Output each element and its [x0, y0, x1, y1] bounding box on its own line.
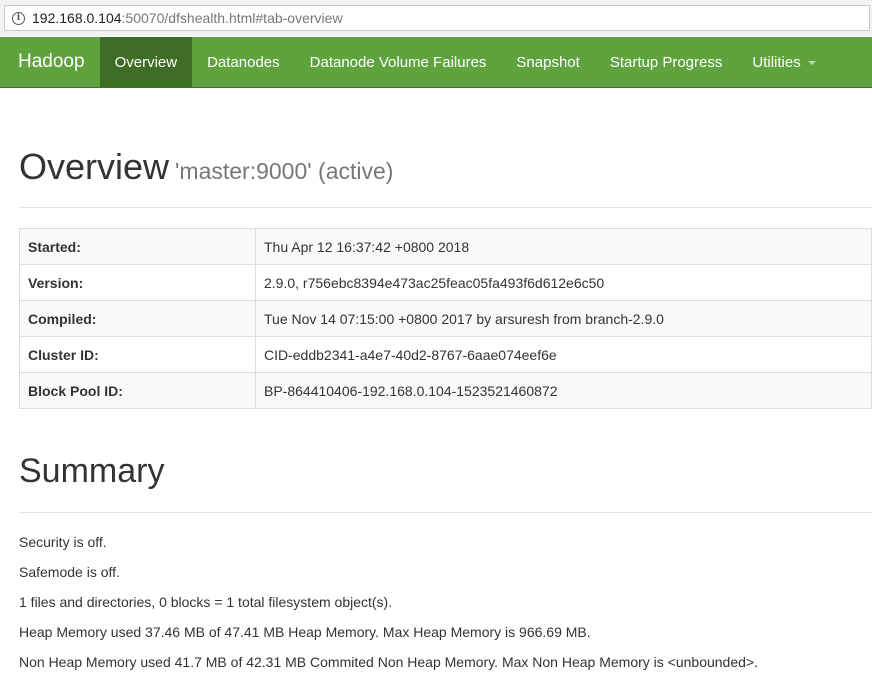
table-key: Version:: [19, 264, 256, 301]
summary-safemode-status: Safemode is off.: [19, 564, 120, 580]
nav-tab-datanodes[interactable]: Datanodes: [192, 37, 295, 87]
table-row: Version: 2.9.0, r756ebc8394e473ac25feac0…: [19, 264, 872, 301]
table-key: Block Pool ID:: [19, 372, 256, 409]
browser-address-bar: i 192.168.0.104:50070/dfshealth.html#tab…: [0, 0, 872, 36]
table-value: 2.9.0, r756ebc8394e473ac25feac05fa493f6d…: [255, 264, 872, 301]
url-input[interactable]: i 192.168.0.104:50070/dfshealth.html#tab…: [4, 5, 870, 31]
table-row: Started: Thu Apr 12 16:37:42 +0800 2018: [19, 228, 872, 265]
nav-tab-startup-progress[interactable]: Startup Progress: [595, 37, 738, 87]
summary-filesystem-objects: 1 files and directories, 0 blocks = 1 to…: [19, 594, 393, 610]
url-text: 192.168.0.104:50070/dfshealth.html#tab-o…: [32, 10, 343, 26]
page-subtitle: 'master:9000' (active): [175, 158, 394, 184]
summary-header: Summary: [19, 452, 872, 513]
table-key: Started:: [19, 228, 256, 265]
nav-tab-datanode-volume-failures[interactable]: Datanode Volume Failures: [295, 37, 502, 87]
table-value: CID-eddb2341-a4e7-40d2-8767-6aae074eef6e: [255, 336, 872, 373]
table-key: Cluster ID:: [19, 336, 256, 373]
table-value: Thu Apr 12 16:37:42 +0800 2018: [255, 228, 872, 265]
table-row: Cluster ID: CID-eddb2341-a4e7-40d2-8767-…: [19, 336, 872, 373]
table-value: Tue Nov 14 07:15:00 +0800 2017 by arsure…: [255, 300, 872, 337]
table-row: Compiled: Tue Nov 14 07:15:00 +0800 2017…: [19, 300, 872, 337]
brand-link[interactable]: Hadoop: [0, 37, 100, 87]
summary-title: Summary: [19, 452, 165, 490]
nav-dropdown-utilities[interactable]: Utilities: [737, 37, 830, 87]
table-row: Block Pool ID: BP-864410406-192.168.0.10…: [19, 372, 872, 409]
info-icon[interactable]: i: [12, 11, 25, 25]
caret-down-icon: [807, 61, 816, 65]
table-value: BP-864410406-192.168.0.104-1523521460872: [255, 372, 872, 409]
nav-dropdown-utilities-label: Utilities: [752, 53, 801, 71]
navbar: Hadoop Overview Datanodes Datanode Volum…: [0, 37, 872, 88]
summary-non-heap-memory: Non Heap Memory used 41.7 MB of 42.31 MB…: [19, 654, 758, 670]
table-key: Compiled:: [19, 300, 256, 337]
page-title: Overview: [19, 146, 170, 187]
nav-tab-snapshot[interactable]: Snapshot: [501, 37, 594, 87]
url-path: :50070/dfshealth.html#tab-overview: [121, 10, 343, 26]
overview-header: Overview'master:9000' (active): [19, 146, 872, 208]
summary-security-status: Security is off.: [19, 534, 107, 550]
summary-heap-memory: Heap Memory used 37.46 MB of 47.41 MB He…: [19, 624, 591, 640]
nav-tab-overview[interactable]: Overview: [99, 37, 193, 87]
url-host: 192.168.0.104: [32, 10, 122, 26]
overview-table: Started: Thu Apr 12 16:37:42 +0800 2018 …: [19, 228, 872, 409]
